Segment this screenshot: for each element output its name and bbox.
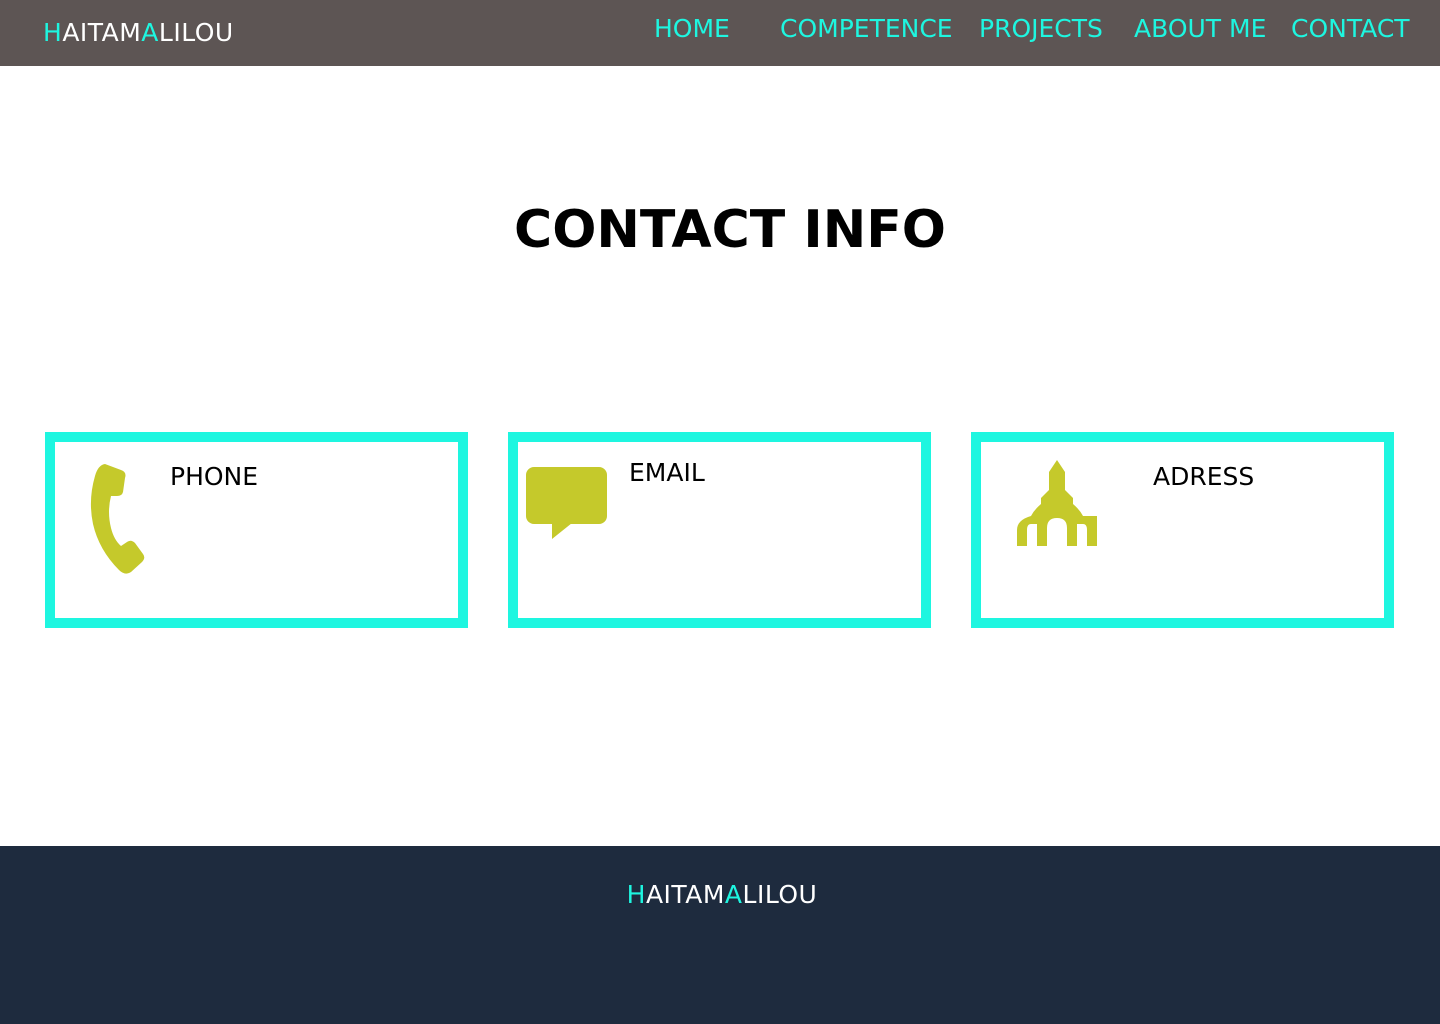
footer: HAITAMALILOU	[0, 846, 1440, 1024]
card-title-phone: PHONE	[170, 462, 259, 491]
brand-initial-h: H	[43, 18, 63, 47]
footer-brand-logo[interactable]: HAITAMALILOU	[0, 880, 1440, 910]
nav-link-projects[interactable]: PROJECTS	[979, 14, 1103, 44]
chat-bubble-icon	[526, 467, 608, 546]
phone-icon	[87, 462, 147, 583]
footer-brand-initial-a: A	[724, 880, 743, 909]
church-icon	[1017, 460, 1097, 553]
card-title-email: EMAIL	[629, 458, 705, 487]
nav-link-about-me[interactable]: ABOUT ME	[1134, 14, 1266, 44]
nav-link-home[interactable]: HOME	[654, 14, 730, 44]
nav-link-contact[interactable]: CONTACT	[1291, 14, 1410, 44]
card-title-address: ADRESS	[1153, 462, 1255, 491]
footer-brand-text-lilou: LILOU	[742, 880, 818, 909]
contact-card-phone: PHONE	[45, 432, 468, 628]
navbar: HAITAMALILOU HOME COMPETENCE PROJECTS AB…	[0, 0, 1440, 66]
footer-brand-text-aitam: AITAM	[645, 880, 725, 909]
contact-card-address: ADRESS	[971, 432, 1394, 628]
contact-card-email: EMAIL	[508, 432, 931, 628]
brand-logo[interactable]: HAITAMALILOU	[43, 18, 234, 48]
nav-link-competence[interactable]: COMPETENCE	[780, 14, 953, 44]
page-title: CONTACT INFO	[514, 200, 946, 260]
brand-text-aitam: AITAM	[62, 18, 142, 47]
footer-brand-initial-h: H	[626, 880, 646, 909]
brand-initial-a: A	[141, 18, 159, 47]
brand-text-lilou: LILOU	[158, 18, 234, 47]
